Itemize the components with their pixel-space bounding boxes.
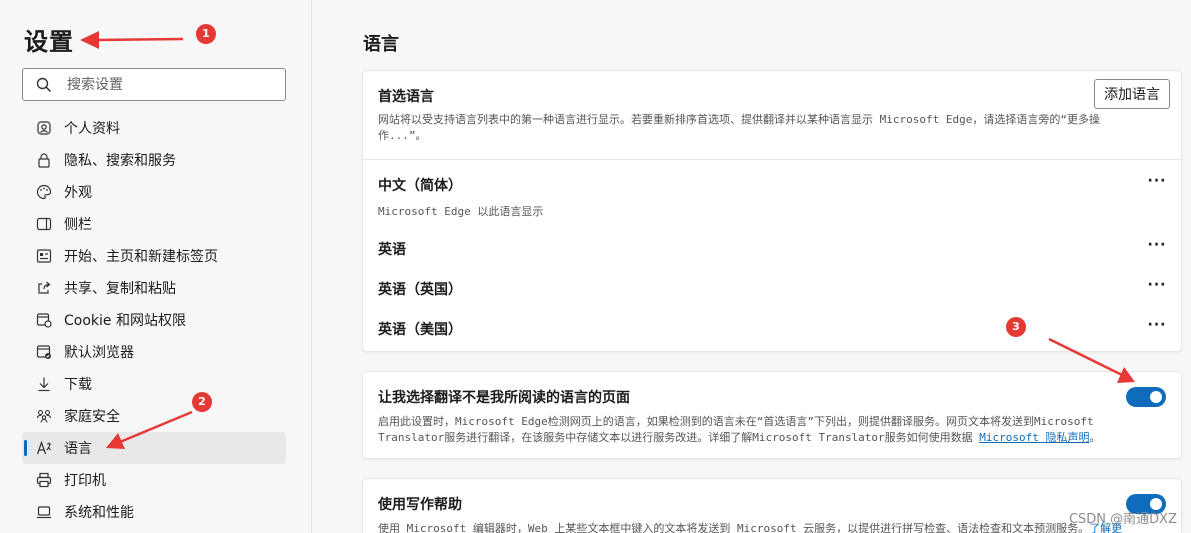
browser-icon bbox=[36, 344, 52, 360]
main-content: 语言 首选语言 添加语言 网站将以受支持语言列表中的第一种语言进行显示。若要重新… bbox=[312, 0, 1191, 533]
add-language-button[interactable]: 添加语言 bbox=[1094, 79, 1170, 109]
sidebar-item-family[interactable]: 家庭安全 bbox=[22, 400, 286, 432]
search-input[interactable] bbox=[67, 73, 277, 97]
sidebar-item-privacy[interactable]: 隐私、搜索和服务 bbox=[22, 144, 286, 176]
more-options-button[interactable]: ··· bbox=[1147, 318, 1167, 337]
translate-offer-toggle[interactable] bbox=[1126, 387, 1166, 407]
sidebar-item-appearance[interactable]: 外观 bbox=[22, 176, 286, 208]
sidebar-item-system[interactable]: 系统和性能 bbox=[22, 496, 286, 528]
translate-offer-heading: 让我选择翻译不是我所阅读的语言的页面 bbox=[378, 390, 630, 406]
sidebar-item-share[interactable]: 共享、复制和粘贴 bbox=[22, 272, 286, 304]
watermark: CSDN @南通DXZ bbox=[1068, 512, 1177, 527]
search-icon bbox=[36, 77, 52, 93]
home-tabs-icon bbox=[36, 248, 52, 264]
annotation-badge-1: 1 bbox=[196, 24, 216, 44]
sidebar-item-label: 开始、主页和新建标签页 bbox=[64, 249, 218, 265]
language-sub-zh-hans: Microsoft Edge 以此语言显示 bbox=[378, 205, 544, 218]
sidebar-item-language[interactable]: 语言 bbox=[22, 432, 286, 464]
writing-assistance-description: 使用 Microsoft 编辑器时，Web 上某些文本框中键入的文本将发送到 M… bbox=[378, 521, 1178, 533]
more-options-button[interactable]: ··· bbox=[1147, 278, 1167, 297]
more-options-button[interactable]: ··· bbox=[1147, 174, 1167, 193]
language-name-en-us: 英语（美国） bbox=[378, 322, 462, 338]
sidebar-item-label: 下载 bbox=[64, 377, 92, 393]
sidebar-icon bbox=[36, 216, 52, 232]
sidebar-item-cookies[interactable]: Cookie 和网站权限 bbox=[22, 304, 286, 336]
page-title: 语言 bbox=[363, 34, 399, 55]
language-name-en: 英语 bbox=[378, 242, 406, 258]
palette-icon bbox=[36, 184, 52, 200]
language-name-zh-hans: 中文（简体） bbox=[378, 178, 462, 194]
sidebar-item-label: 系统和性能 bbox=[64, 505, 134, 521]
sidebar-item-label: 默认浏览器 bbox=[64, 345, 134, 361]
writing-assistance-heading: 使用写作帮助 bbox=[378, 497, 462, 513]
description-text: 使用 Microsoft 编辑器时，Web 上某些文本框中键入的文本将发送到 M… bbox=[378, 522, 1090, 533]
sidebar-item-start-home-newtab[interactable]: 开始、主页和新建标签页 bbox=[22, 240, 286, 272]
sidebar-nav: 个人资料 隐私、搜索和服务 外观 侧栏 开始、主页和新建标签页 共享、复制和粘贴… bbox=[22, 112, 286, 528]
laptop-icon bbox=[36, 504, 52, 520]
cookie-icon bbox=[36, 312, 52, 328]
sidebar-item-printers[interactable]: 打印机 bbox=[22, 464, 286, 496]
language-icon bbox=[36, 440, 52, 456]
share-icon bbox=[36, 280, 52, 296]
description-text: 。 bbox=[1089, 431, 1101, 444]
download-icon bbox=[36, 376, 52, 392]
search-box[interactable] bbox=[22, 68, 286, 101]
language-name-en-gb: 英语（英国） bbox=[378, 282, 462, 298]
sidebar-item-label: 共享、复制和粘贴 bbox=[64, 281, 176, 297]
sidebar-item-label: 个人资料 bbox=[64, 121, 120, 137]
sidebar-item-label: 侧栏 bbox=[64, 217, 92, 233]
sidebar-item-label: 外观 bbox=[64, 185, 92, 201]
preferred-languages-card: 首选语言 添加语言 网站将以受支持语言列表中的第一种语言进行显示。若要重新排序首… bbox=[362, 70, 1182, 352]
sidebar-item-profile[interactable]: 个人资料 bbox=[22, 112, 286, 144]
preferred-languages-heading: 首选语言 bbox=[378, 89, 434, 105]
sidebar-item-label: 语言 bbox=[64, 441, 92, 457]
family-icon bbox=[36, 408, 52, 424]
description-line: Translator服务进行翻译，在该服务中存储文本以进行服务改进。详细了解Mi… bbox=[378, 430, 1168, 446]
annotation-badge-3: 3 bbox=[1006, 317, 1026, 337]
sidebar-item-label: 打印机 bbox=[64, 473, 106, 489]
sidebar-item-label: 隐私、搜索和服务 bbox=[64, 153, 176, 169]
divider bbox=[363, 159, 1181, 160]
translate-offer-description: 启用此设置时，Microsoft Edge检测网页上的语言，如果检测到的语言未在… bbox=[378, 414, 1168, 446]
preferred-languages-description: 网站将以受支持语言列表中的第一种语言进行显示。若要重新排序首选项、提供翻译并以某… bbox=[378, 112, 1158, 144]
privacy-statement-link[interactable]: Microsoft 隐私声明 bbox=[979, 431, 1089, 444]
description-text: Translator服务进行翻译，在该服务中存储文本以进行服务改进。详细了解Mi… bbox=[378, 431, 980, 444]
sidebar-item-label: Cookie 和网站权限 bbox=[64, 313, 186, 329]
translate-offer-card: 让我选择翻译不是我所阅读的语言的页面 启用此设置时，Microsoft Edge… bbox=[362, 371, 1182, 459]
lock-icon bbox=[36, 152, 52, 168]
sidebar-item-downloads[interactable]: 下载 bbox=[22, 368, 286, 400]
sidebar-item-sidebar[interactable]: 侧栏 bbox=[22, 208, 286, 240]
description-line: 作...”。 bbox=[378, 129, 427, 142]
writing-assistance-card: 使用写作帮助 使用 Microsoft 编辑器时，Web 上某些文本框中键入的文… bbox=[362, 478, 1182, 533]
sidebar-item-label: 家庭安全 bbox=[64, 409, 120, 425]
more-options-button[interactable]: ··· bbox=[1147, 238, 1167, 257]
settings-title: 设置 bbox=[24, 28, 74, 56]
annotation-badge-2: 2 bbox=[192, 392, 212, 412]
description-line: 启用此设置时，Microsoft Edge检测网页上的语言，如果检测到的语言未在… bbox=[378, 415, 1094, 428]
description-line: 网站将以受支持语言列表中的第一种语言进行显示。若要重新排序首选项、提供翻译并以某… bbox=[378, 113, 1100, 126]
printer-icon bbox=[36, 472, 52, 488]
settings-sidebar: 设置 个人资料 隐私、搜索和服务 外观 侧栏 开始、主页和新建标签页 bbox=[0, 0, 312, 533]
sidebar-item-default-browser[interactable]: 默认浏览器 bbox=[22, 336, 286, 368]
toggle-knob bbox=[1150, 391, 1162, 403]
profile-icon bbox=[36, 120, 52, 136]
